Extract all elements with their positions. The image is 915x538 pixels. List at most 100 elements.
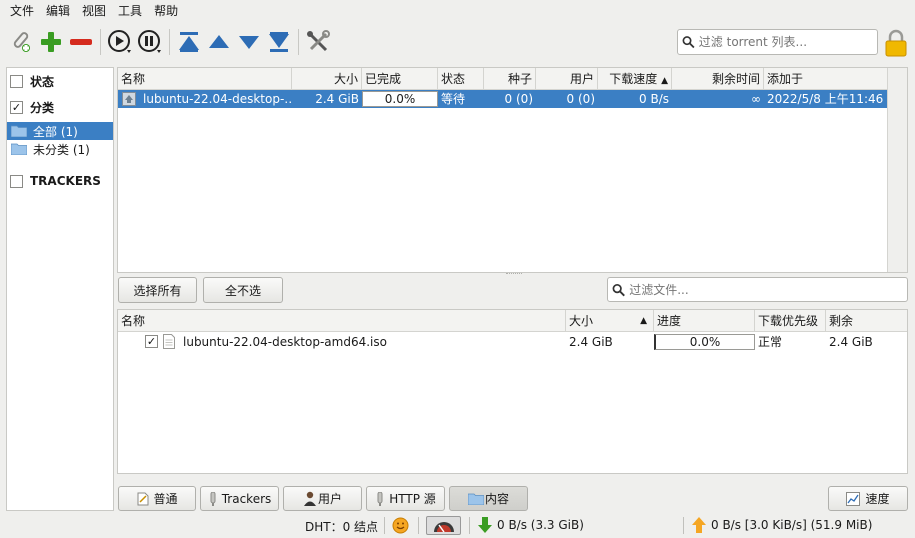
user-icon	[303, 491, 316, 506]
chart-icon	[846, 491, 861, 506]
torrent-added: 2022/5/8 上午11:46	[767, 92, 884, 106]
remove-torrent-button[interactable]	[66, 27, 96, 57]
sidebar-category-label: 分类	[30, 100, 55, 115]
column-status[interactable]: 状态	[438, 68, 484, 90]
column-down-speed[interactable]: 下载速度 ▲	[598, 68, 672, 90]
speedometer-icon	[433, 521, 454, 532]
file-column-remaining[interactable]: 剩余	[826, 310, 907, 332]
folder-icon	[11, 143, 27, 155]
column-peers[interactable]: 用户	[536, 68, 598, 90]
tracker-icon	[377, 491, 383, 506]
speed-button[interactable]: 速度	[828, 486, 908, 511]
tab-general[interactable]: 普通	[118, 486, 196, 511]
file-checkbox[interactable]: ✓	[145, 335, 158, 348]
torrent-search-input[interactable]	[698, 35, 877, 49]
column-added[interactable]: 添加于	[764, 68, 887, 90]
sidebar-status-header[interactable]: 状态	[7, 72, 113, 90]
sidebar-item-uncategorized[interactable]: 未分类 (1)	[7, 140, 113, 158]
menu-tools[interactable]: 工具	[112, 0, 148, 22]
lock-icon[interactable]	[884, 28, 908, 58]
menu-edit[interactable]: 编辑	[40, 0, 76, 22]
select-none-button[interactable]: 全不选	[203, 277, 283, 303]
torrent-down-speed: 0 B/s	[639, 92, 669, 106]
file-remaining: 2.4 GiB	[829, 335, 873, 349]
file-column-size-label: 大小	[569, 314, 594, 328]
search-icon	[682, 36, 695, 49]
tab-content[interactable]: 内容	[449, 486, 528, 511]
upload-status: 0 B/s [3.0 KiB/s] (51.9 MiB)	[711, 518, 873, 532]
column-size[interactable]: 大小	[292, 68, 362, 90]
torrent-seeds: 0 (0)	[504, 92, 533, 106]
pause-icon	[138, 30, 161, 53]
add-torrent-button[interactable]	[36, 27, 66, 57]
tab-http-sources[interactable]: HTTP 源	[366, 486, 445, 511]
file-icon	[163, 334, 175, 349]
sidebar-item-label: 未分类 (1)	[33, 142, 90, 157]
torrent-progress-bar: 0.0%	[362, 91, 438, 107]
folder-icon	[467, 493, 484, 505]
torrent-list-scrollbar[interactable]	[887, 68, 907, 272]
file-column-name[interactable]: 名称	[118, 310, 566, 332]
column-done[interactable]: 已完成	[362, 68, 438, 90]
tab-peers-label: 用户	[317, 492, 342, 506]
file-column-size[interactable]: 大小 ▲	[566, 310, 654, 332]
add-link-button[interactable]	[6, 27, 36, 57]
file-row[interactable]: ✓ lubuntu-22.04-desktop-amd64.iso 2.4 Gi…	[118, 332, 907, 352]
move-bottom-button[interactable]	[264, 27, 294, 57]
tab-trackers[interactable]: Trackers	[200, 486, 279, 511]
column-name[interactable]: 名称	[118, 68, 292, 90]
options-button[interactable]	[303, 27, 333, 57]
splitter-handle[interactable]	[506, 273, 522, 276]
speed-limit-toggle[interactable]	[426, 516, 461, 535]
move-top-icon	[179, 32, 199, 52]
menubar: 文件 编辑 视图 工具 帮助	[0, 0, 915, 22]
toolbar-separator	[169, 29, 170, 55]
torrent-list-header: 名称 大小 已完成 状态 种子 用户 下载速度 ▲ 剩余时间 添加于	[118, 68, 907, 90]
document-icon	[137, 492, 149, 505]
sidebar-trackers-header[interactable]: TRACKERS	[7, 172, 113, 190]
file-progress-bar: 0.0%	[654, 334, 755, 350]
connection-status-icon[interactable]	[392, 517, 409, 534]
sidebar-item-label: 全部 (1)	[33, 124, 78, 139]
move-up-button[interactable]	[204, 27, 234, 57]
move-top-button[interactable]	[174, 27, 204, 57]
torrent-row[interactable]: lubuntu-22.04-desktop-… 2.4 GiB 0.0% 等待 …	[118, 90, 887, 108]
sort-ascending-icon: ▲	[661, 76, 668, 86]
torrent-search-box[interactable]	[677, 29, 878, 55]
link-icon	[13, 32, 30, 52]
file-list: 名称 大小 ▲ 进度 下载优先级 剩余 ✓ lubuntu-22.04-deskt…	[117, 309, 908, 474]
sidebar-item-all[interactable]: 全部 (1)	[7, 122, 113, 140]
sidebar: 状态 ✓ 分类 全部 (1) 未分类 (1) TRACKERS	[6, 67, 114, 511]
move-down-button[interactable]	[234, 27, 264, 57]
sidebar-category-header[interactable]: ✓ 分类	[7, 98, 113, 116]
menu-help[interactable]: 帮助	[148, 0, 184, 22]
toolbar-separator	[298, 29, 299, 55]
column-seeds[interactable]: 种子	[484, 68, 536, 90]
menu-view[interactable]: 视图	[76, 0, 112, 22]
menu-file[interactable]: 文件	[4, 0, 40, 22]
resume-button[interactable]	[105, 27, 135, 57]
status-bar: DHT：0 结点 0 B/s (3.3 GiB) 0 B/s [3.0 KiB/…	[0, 513, 915, 538]
plus-icon	[41, 32, 61, 52]
trackers-checkbox[interactable]	[10, 174, 23, 188]
torrent-list: 名称 大小 已完成 状态 种子 用户 下载速度 ▲ 剩余时间 添加于 lubun…	[117, 67, 908, 273]
torrent-peers: 0 (0)	[566, 92, 595, 106]
file-column-priority[interactable]: 下载优先级	[755, 310, 826, 332]
file-search-box[interactable]	[607, 277, 908, 302]
category-checkbox[interactable]: ✓	[10, 100, 23, 114]
download-status: 0 B/s (3.3 GiB)	[497, 518, 584, 532]
file-search-input[interactable]	[629, 282, 907, 297]
column-eta[interactable]: 剩余时间	[672, 68, 764, 90]
move-bottom-icon	[269, 32, 289, 52]
pause-button[interactable]	[135, 27, 165, 57]
status-checkbox[interactable]	[10, 74, 23, 88]
file-column-progress[interactable]: 进度	[654, 310, 755, 332]
sidebar-status-label: 状态	[30, 74, 55, 89]
folder-icon	[11, 125, 27, 137]
move-down-icon	[239, 36, 259, 49]
tab-peers[interactable]: 用户	[283, 486, 362, 511]
torrent-name: lubuntu-22.04-desktop-…	[143, 92, 292, 106]
select-all-button[interactable]: 选择所有	[118, 277, 197, 303]
play-icon	[108, 30, 131, 53]
file-priority[interactable]: 正常	[755, 333, 826, 351]
